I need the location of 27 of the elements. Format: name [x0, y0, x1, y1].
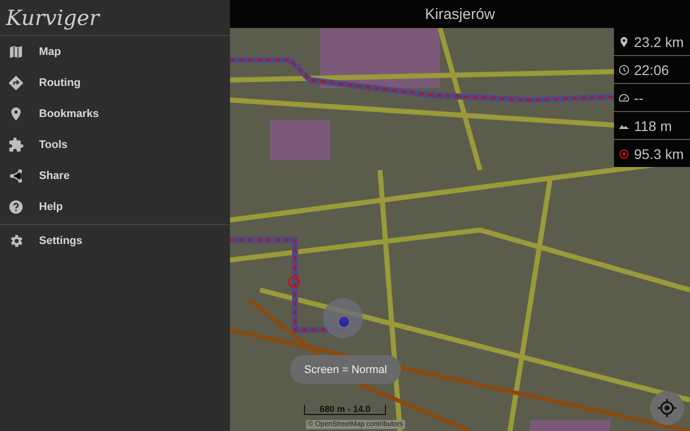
menu-item[interactable]: Share: [0, 160, 230, 191]
location-pin-icon: [618, 36, 630, 48]
help-icon: [8, 198, 24, 214]
diamond-arrow-icon: [8, 74, 24, 90]
puzzle-icon: [8, 136, 24, 152]
stat-value: 118 m: [634, 118, 672, 134]
menu-item[interactable]: Tools: [0, 129, 230, 160]
crosshair-icon: [657, 398, 677, 418]
stat-value: --: [634, 90, 644, 106]
menu-item[interactable]: Bookmarks: [0, 98, 230, 129]
share-icon: [8, 168, 24, 184]
map-icon: [8, 44, 24, 60]
clock-icon: [618, 64, 630, 76]
menu-item[interactable]: Routing: [0, 67, 230, 98]
stat-value: 23.2 km: [634, 34, 684, 50]
stat-value: 22:06: [634, 62, 670, 78]
menu-item[interactable]: Help: [0, 191, 230, 222]
menu-item[interactable]: Settings: [0, 225, 230, 256]
toast-message: Screen = Normal: [290, 355, 401, 384]
speedometer-icon: [618, 92, 630, 104]
stat-value: 95.3 km: [634, 146, 684, 162]
app-logo: Kurviger: [6, 6, 100, 30]
menu-item[interactable]: Map: [0, 36, 230, 67]
street-name: Kirasjerów: [424, 6, 496, 22]
scale-bar: 680 m - 14.0: [304, 405, 386, 415]
settings-icon: [8, 232, 24, 248]
target-icon: [618, 148, 630, 160]
